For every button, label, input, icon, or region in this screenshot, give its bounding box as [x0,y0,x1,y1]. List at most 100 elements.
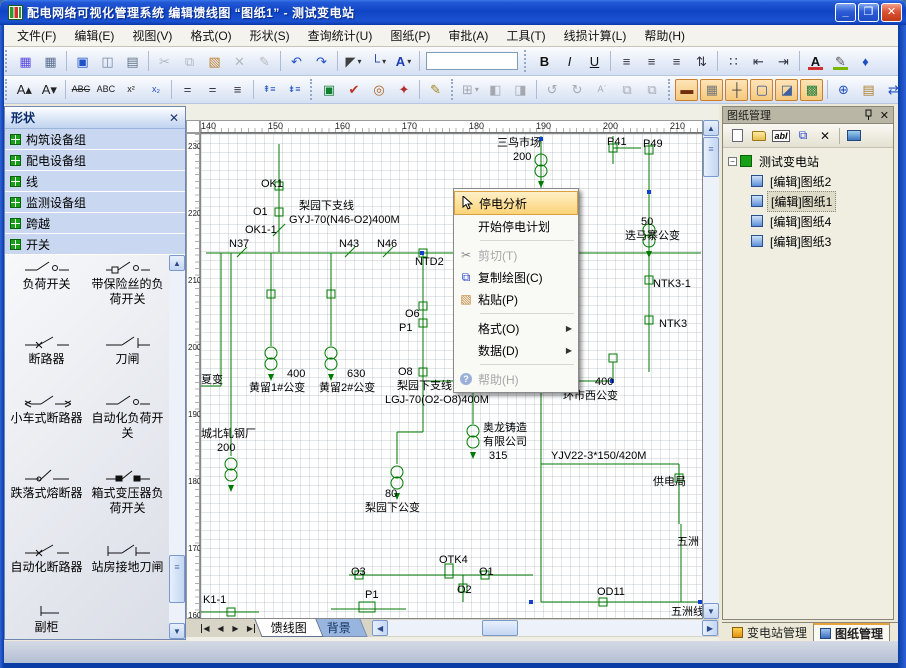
restore-button[interactable]: ❐ [858,3,879,22]
font-decrease-icon[interactable]: A▾ [38,79,61,101]
italic-icon[interactable]: I [558,50,581,72]
ruler-toggle-icon[interactable]: ▬ [675,79,698,101]
shape-item[interactable]: 副柜 [7,602,86,640]
bold-icon[interactable]: B [533,50,556,72]
toolbar-grip[interactable] [310,79,314,101]
scroll-down-icon[interactable]: ▼ [703,603,719,619]
shapes-group-distribution-equipment[interactable]: 配电设备组 [5,150,185,171]
context-menu-paste[interactable]: ▧粘贴(P) [454,288,578,310]
copy-sheet-icon[interactable]: ⧉ [793,127,813,145]
print-preview-icon[interactable]: ◫ [96,50,119,72]
spacing-up-icon[interactable]: ⇞≡ [258,79,281,101]
dropdown-arrow-icon[interactable]: ▾ [357,57,361,66]
nav-next-icon[interactable]: ▶ [228,621,243,635]
shapes-scrollbar[interactable]: ▲ ▼ [169,255,185,639]
close-button[interactable]: ✕ [881,3,902,22]
spacing-down-icon[interactable]: ⇟≡ [283,79,306,101]
shape-item[interactable]: 自动化断路器 [7,542,86,580]
dropdown-arrow-icon[interactable]: ▾ [382,57,386,66]
text-tool-icon[interactable]: A▾ [392,50,415,72]
edit-note-icon[interactable]: ✎ [424,79,447,101]
delete-sheet-icon[interactable]: ✕ [815,127,835,145]
export-view-icon[interactable] [844,127,864,145]
menu-file[interactable]: 文件(F) [8,25,65,46]
tree-node-root[interactable]: −测试变电站 [725,151,891,171]
shape-item[interactable]: 刀闸 [88,334,167,372]
shapes-panel-close-icon[interactable]: ✕ [169,111,179,125]
fill-color-icon[interactable]: ♦ [854,50,877,72]
scroll-down-icon[interactable]: ▼ [169,623,185,639]
drawing-canvas[interactable]: 三鸟市场200P41P49OK1O1OK1-1N37N43N46梨园下支线GYJ… [200,133,703,619]
context-menu-outage-analysis[interactable]: 停电分析 [454,191,578,215]
canvas-vertical-scrollbar[interactable]: ▲ ▼ [703,120,719,619]
redo-icon[interactable]: ↷ [310,50,333,72]
menu-approve[interactable]: 审批(A) [439,25,497,46]
toolbar-grip[interactable] [524,50,529,72]
tab-substation-management[interactable]: 变电站管理 [726,623,813,642]
text-case-icon[interactable]: ABC [94,79,117,101]
toolbar-grip[interactable] [5,50,10,72]
undo-icon[interactable]: ↶ [285,50,308,72]
new-drawing-icon[interactable]: ▦ [14,50,37,72]
connector-tool-icon[interactable]: └▾ [367,50,390,72]
strikethrough-icon[interactable]: ABC [69,79,92,101]
open-folder-icon[interactable] [749,127,769,145]
drawings-panel-close-icon[interactable]: ✕ [880,109,889,122]
tree-node-sheet[interactable]: [编辑]图纸4 [725,211,891,231]
print-icon[interactable]: ▤ [121,50,144,72]
save-icon[interactable]: ▣ [71,50,94,72]
menu-help[interactable]: 帮助(H) [635,25,694,46]
align-right-icon[interactable]: ≡ [665,50,688,72]
line-spacing-small-icon[interactable]: = [176,79,199,101]
page-toggle-icon[interactable]: ◪ [775,79,798,101]
bullets-icon[interactable]: ∷ [722,50,745,72]
pointer-tool-icon[interactable]: ◤▾ [342,50,365,72]
shape-item[interactable]: 断路器 [7,334,86,372]
menu-shape[interactable]: 形状(S) [241,25,299,46]
toolbar-grip[interactable] [5,79,9,101]
grid-toggle-icon[interactable]: ▦ [700,79,723,101]
tab-feeder-diagram[interactable]: 馈线图 [254,619,323,637]
validate-icon[interactable]: ✔ [342,79,365,101]
menu-edit[interactable]: 编辑(E) [65,25,123,46]
dropdown-arrow-icon[interactable]: ▾ [475,85,479,94]
properties-icon[interactable]: ▤ [857,79,880,101]
scroll-right-icon[interactable]: ▶ [702,620,718,636]
font-increase-icon[interactable]: A▴ [13,79,36,101]
paste-icon[interactable]: ▧ [203,50,226,72]
toolbar-grip[interactable] [668,79,672,101]
tree-expander-icon[interactable]: − [728,157,737,166]
scroll-up-icon[interactable]: ▲ [703,120,719,136]
tab-drawing-management[interactable]: 图纸管理 [813,623,890,642]
align-center-icon[interactable]: ≡ [640,50,663,72]
nav-first-icon[interactable]: ◀ [198,621,213,635]
indent-decrease-icon[interactable]: ⇤ [747,50,770,72]
line-spacing-medium-icon[interactable]: = [201,79,224,101]
guides-toggle-icon[interactable]: ┼ [725,79,748,101]
subscript-icon[interactable]: x₂ [144,79,167,101]
canvas-horizontal-scrollbar[interactable]: ◀ ▶ [372,620,718,636]
menu-line-loss[interactable]: 线损计算(L) [555,25,636,46]
superscript-icon[interactable]: x² [119,79,142,101]
shape-item[interactable]: 自动化负荷开关 [88,393,167,446]
shape-item[interactable]: 箱式变压器负荷开关 [88,468,167,521]
nav-prev-icon[interactable]: ◀ [213,621,228,635]
color-grid-toggle-icon[interactable]: ▩ [800,79,823,101]
shapes-group-monitoring-equipment[interactable]: 监测设备组 [5,192,185,213]
rename-icon[interactable]: abl [771,127,791,145]
context-menu-copy-drawing[interactable]: ⧉复制绘图(C) [454,266,578,288]
tree-node-sheet[interactable]: [编辑]图纸3 [725,231,891,251]
font-color-icon[interactable]: A [804,50,827,72]
line-spacing-large-icon[interactable]: ≡ [226,79,249,101]
shapes-group-lines[interactable]: 线 [5,171,185,192]
context-menu-data[interactable]: 数据(D)▶ [454,339,578,361]
scroll-thumb[interactable] [703,137,719,177]
shape-item[interactable]: 跌落式熔断器 [7,468,86,521]
menu-format[interactable]: 格式(O) [181,25,240,46]
shapes-group-switches[interactable]: 开关 [5,234,185,255]
display-options-icon[interactable]: ▣ [317,79,340,101]
context-menu-start-outage-plan[interactable]: 开始停电计划 [454,215,578,237]
shapes-group-structure-equipment[interactable]: 构筑设备组 [5,129,185,150]
scroll-up-icon[interactable]: ▲ [169,255,185,271]
stamp-icon[interactable]: ✦ [392,79,415,101]
